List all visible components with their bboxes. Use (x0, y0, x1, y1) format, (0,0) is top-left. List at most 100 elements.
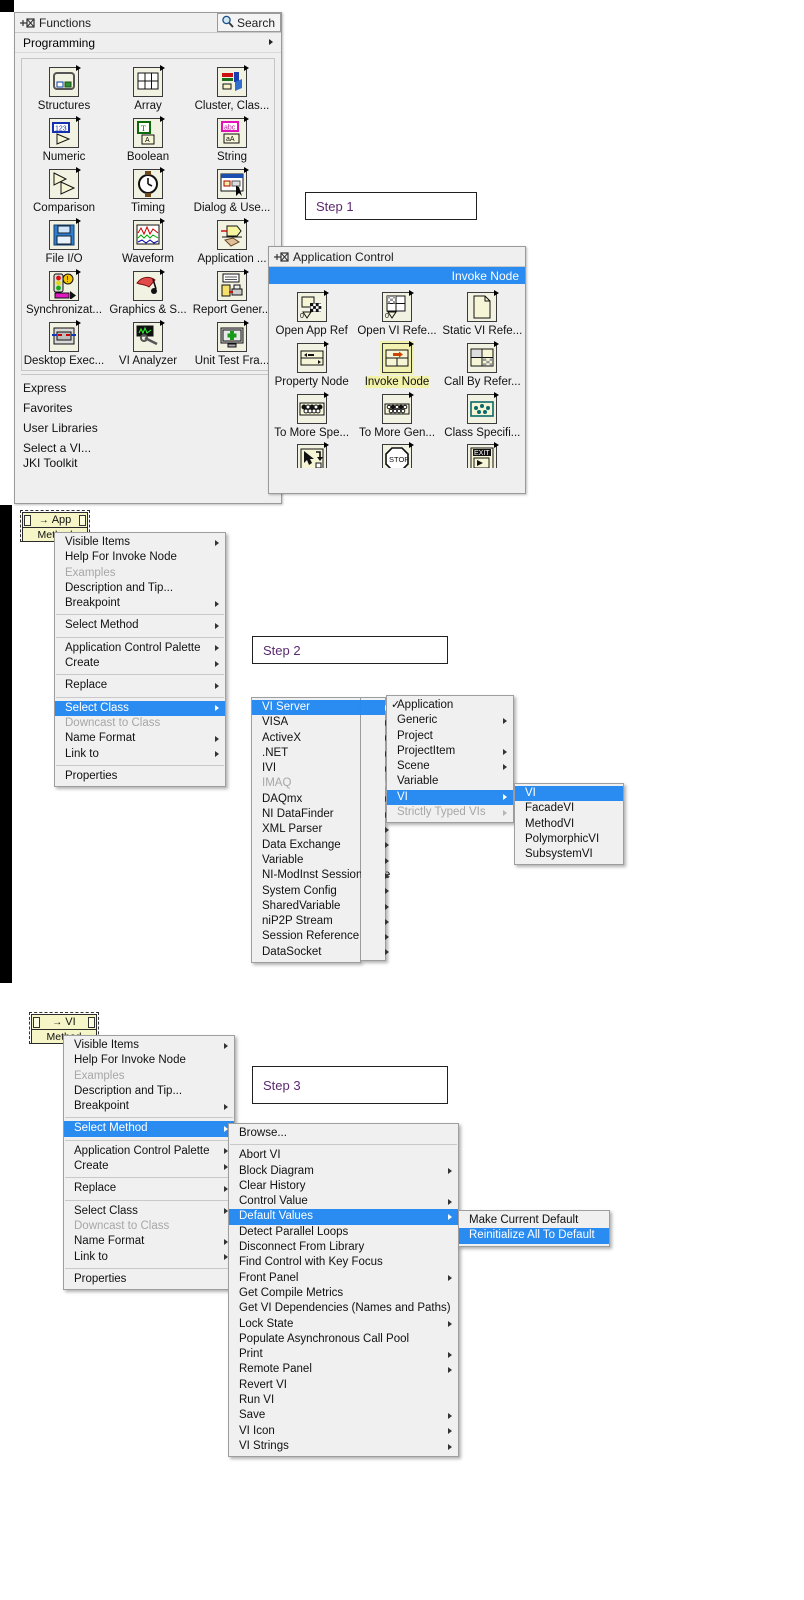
palette-item-open-vi-reference-icon[interactable]: 0 Open VI Refe... (354, 288, 439, 338)
menu-item-vi[interactable]: VI (515, 786, 623, 802)
menu-item-[interactable] (361, 700, 389, 716)
menu-item-replace[interactable]: Replace (55, 678, 225, 693)
menu-item-application-control-palette[interactable]: Application Control Palette (64, 1144, 234, 1159)
palette-item-string-icon[interactable]: abc aA String (190, 114, 274, 164)
menu-item-[interactable] (361, 868, 389, 883)
palette-item-cluster-class-icon[interactable]: Cluster, Clas... (190, 63, 274, 113)
palette-item-array-icon[interactable]: Array (106, 63, 190, 113)
palette-item-static-vi-reference-icon[interactable]: Static VI Refe... (440, 288, 525, 338)
palette-item-report-generation-icon[interactable]: Report Gener... (190, 267, 274, 317)
menu-item-populate-asynchronous-call-pool[interactable]: Populate Asynchronous Call Pool (229, 1332, 458, 1347)
menu-item-remote-panel[interactable]: Remote Panel (229, 1362, 458, 1377)
pin-icon[interactable] (19, 16, 35, 30)
menu-item-[interactable] (361, 746, 389, 761)
sidebar-item-express[interactable]: Express (15, 378, 281, 398)
menu-item-application[interactable]: ✓ Application (387, 698, 513, 713)
palette-item-exit-icon[interactable]: EXIT (440, 440, 525, 468)
menu-item-polymorphicvi[interactable]: PolymorphicVI (515, 832, 623, 847)
palette-item-property-node-icon[interactable]: Property Node (269, 339, 354, 389)
menu-item-[interactable] (361, 731, 389, 746)
menu-item-system-config[interactable]: System Config (252, 884, 362, 899)
menu-item-sharedvariable[interactable]: SharedVariable (252, 899, 362, 914)
menu-item-breakpoint[interactable]: Breakpoint (55, 596, 225, 611)
menu-item-vi-strings[interactable]: VI Strings (229, 1439, 458, 1454)
menu-item-session-reference[interactable]: Session Reference (252, 929, 362, 944)
sidebar-item-select-a-vi[interactable]: Select a VI... (15, 438, 281, 458)
palette-item-application-control-icon[interactable]: Application ... (190, 216, 274, 266)
step2-context-menu[interactable]: Visible Items Help For Invoke Node Example… (54, 532, 226, 788)
menu-item-abort-vi[interactable]: Abort VI (229, 1148, 458, 1163)
menu-item-help-for-invoke-node[interactable]: Help For Invoke Node (55, 550, 225, 565)
menu-item-subsystemvi[interactable]: SubsystemVI (515, 847, 623, 862)
palette-item-cursor-icon[interactable] (269, 440, 354, 468)
menu-item-[interactable] (361, 838, 389, 853)
menu-item-clear-history[interactable]: Clear History (229, 1179, 458, 1194)
palette-item-file-io-icon[interactable]: File I/O (22, 216, 106, 266)
menu-item-variable[interactable]: Variable (252, 853, 362, 868)
menu-item-detect-parallel-loops[interactable]: Detect Parallel Loops (229, 1225, 458, 1240)
menu-item-breakpoint[interactable]: Breakpoint (64, 1099, 234, 1114)
palette-item-call-by-reference-icon[interactable]: Call By Refer... (440, 339, 525, 389)
menu-item-[interactable] (361, 822, 389, 837)
menu-item-description-and-tip[interactable]: Description and Tip... (55, 581, 225, 596)
menu-item-select-method[interactable]: Select Method (64, 1121, 234, 1137)
menu-item-disconnect-from-library[interactable]: Disconnect From Library (229, 1240, 458, 1255)
palette-item-stop-icon[interactable]: STOP (354, 440, 439, 468)
palette-item-open-application-reference-icon[interactable]: 0 Open App Ref (269, 288, 354, 338)
menu-item-block-diagram[interactable]: Block Diagram (229, 1164, 458, 1179)
palette-item-desktop-execution-icon[interactable]: Desktop Exec... (22, 318, 106, 368)
menu-item-help-for-invoke-node[interactable]: Help For Invoke Node (64, 1053, 234, 1068)
menu-item-generic[interactable]: Generic (387, 713, 513, 728)
menu-item-run-vi[interactable]: Run VI (229, 1393, 458, 1408)
menu-item-[interactable] (361, 914, 389, 929)
step2-vi-class-menu[interactable]: VI FacadeVI MethodVI PolymorphicVI Subsystem… (514, 783, 624, 866)
menu-item-vi[interactable]: VI (387, 789, 513, 806)
menu-item-[interactable] (361, 715, 389, 730)
menu-item-browse[interactable]: Browse... (229, 1126, 458, 1141)
menu-item-vi-server[interactable]: VI Server (252, 700, 362, 716)
menu-item-net[interactable]: .NET (252, 746, 362, 761)
menu-item-print[interactable]: Print (229, 1347, 458, 1362)
step2-select-class-menu[interactable]: VI Server VISA ActiveX .NET IVI IMAQ DAQmx NI D… (251, 697, 390, 964)
menu-item-replace[interactable]: Replace (64, 1181, 234, 1196)
menu-item-get-vi-dependencies-names-and-paths[interactable]: Get VI Dependencies (Names and Paths) (229, 1301, 458, 1316)
step3-default-values-menu[interactable]: Make Current Default Reinitialize All To … (458, 1210, 610, 1247)
menu-item-name-format[interactable]: Name Format (55, 731, 225, 746)
application-control-palette[interactable]: Application Control Invoke Node 0 Open Ap… (268, 246, 526, 494)
menu-item-scene[interactable]: Scene (387, 759, 513, 774)
menu-item-methodvi[interactable]: MethodVI (515, 817, 623, 832)
palette-item-comparison-icon[interactable]: Comparison (22, 165, 106, 215)
menu-item-lock-state[interactable]: Lock State (229, 1317, 458, 1332)
palette-item-class-specifier-constant-icon[interactable]: Class Specifi... (440, 390, 525, 440)
functions-palette[interactable]: Functions Search Programming Structures A… (14, 12, 282, 504)
menu-item-vi-icon[interactable]: VI Icon (229, 1424, 458, 1439)
palette-item-waveform-icon[interactable]: Waveform (106, 216, 190, 266)
menu-item-create[interactable]: Create (55, 656, 225, 671)
palette-item-to-more-generic-class-icon[interactable]: To More Gen... (354, 390, 439, 440)
menu-item-facadevi[interactable]: FacadeVI (515, 801, 623, 816)
menu-item-save[interactable]: Save (229, 1408, 458, 1423)
menu-item-description-and-tip[interactable]: Description and Tip... (64, 1084, 234, 1099)
menu-item-select-class[interactable]: Select Class (55, 700, 225, 716)
menu-item-application-control-palette[interactable]: Application Control Palette (55, 641, 225, 656)
menu-item-project[interactable]: Project (387, 729, 513, 744)
search-button[interactable]: Search (216, 13, 281, 32)
palette-item-to-more-specific-class-icon[interactable]: To More Spe... (269, 390, 354, 440)
menu-item-make-current-default[interactable]: Make Current Default (459, 1213, 609, 1228)
menu-item-data-exchange[interactable]: Data Exchange (252, 838, 362, 853)
menu-item-select-method[interactable]: Select Method (55, 618, 225, 633)
menu-item-[interactable] (361, 945, 389, 960)
menu-item-default-values[interactable]: Default Values (229, 1209, 458, 1225)
menu-item-reinitialize-all-to-default[interactable]: Reinitialize All To Default (459, 1228, 609, 1244)
palette-item-graphics-sound-icon[interactable]: Graphics & S... (106, 267, 190, 317)
menu-item-ivi[interactable]: IVI (252, 761, 362, 776)
menu-item-control-value[interactable]: Control Value (229, 1194, 458, 1209)
palette-item-synchronization-icon[interactable]: ! Synchronizat... (22, 267, 106, 317)
step3-select-method-menu[interactable]: Browse... Abort VI Block Diagram Clear Hist… (228, 1123, 459, 1458)
menu-item-link-to[interactable]: Link to (55, 747, 225, 762)
menu-item-get-compile-metrics[interactable]: Get Compile Metrics (229, 1286, 458, 1301)
menu-item-activex[interactable]: ActiveX (252, 731, 362, 746)
menu-item-create[interactable]: Create (64, 1159, 234, 1174)
menu-item-front-panel[interactable]: Front Panel (229, 1271, 458, 1286)
palette-item-invoke-node-icon[interactable]: Invoke Node (354, 339, 439, 389)
